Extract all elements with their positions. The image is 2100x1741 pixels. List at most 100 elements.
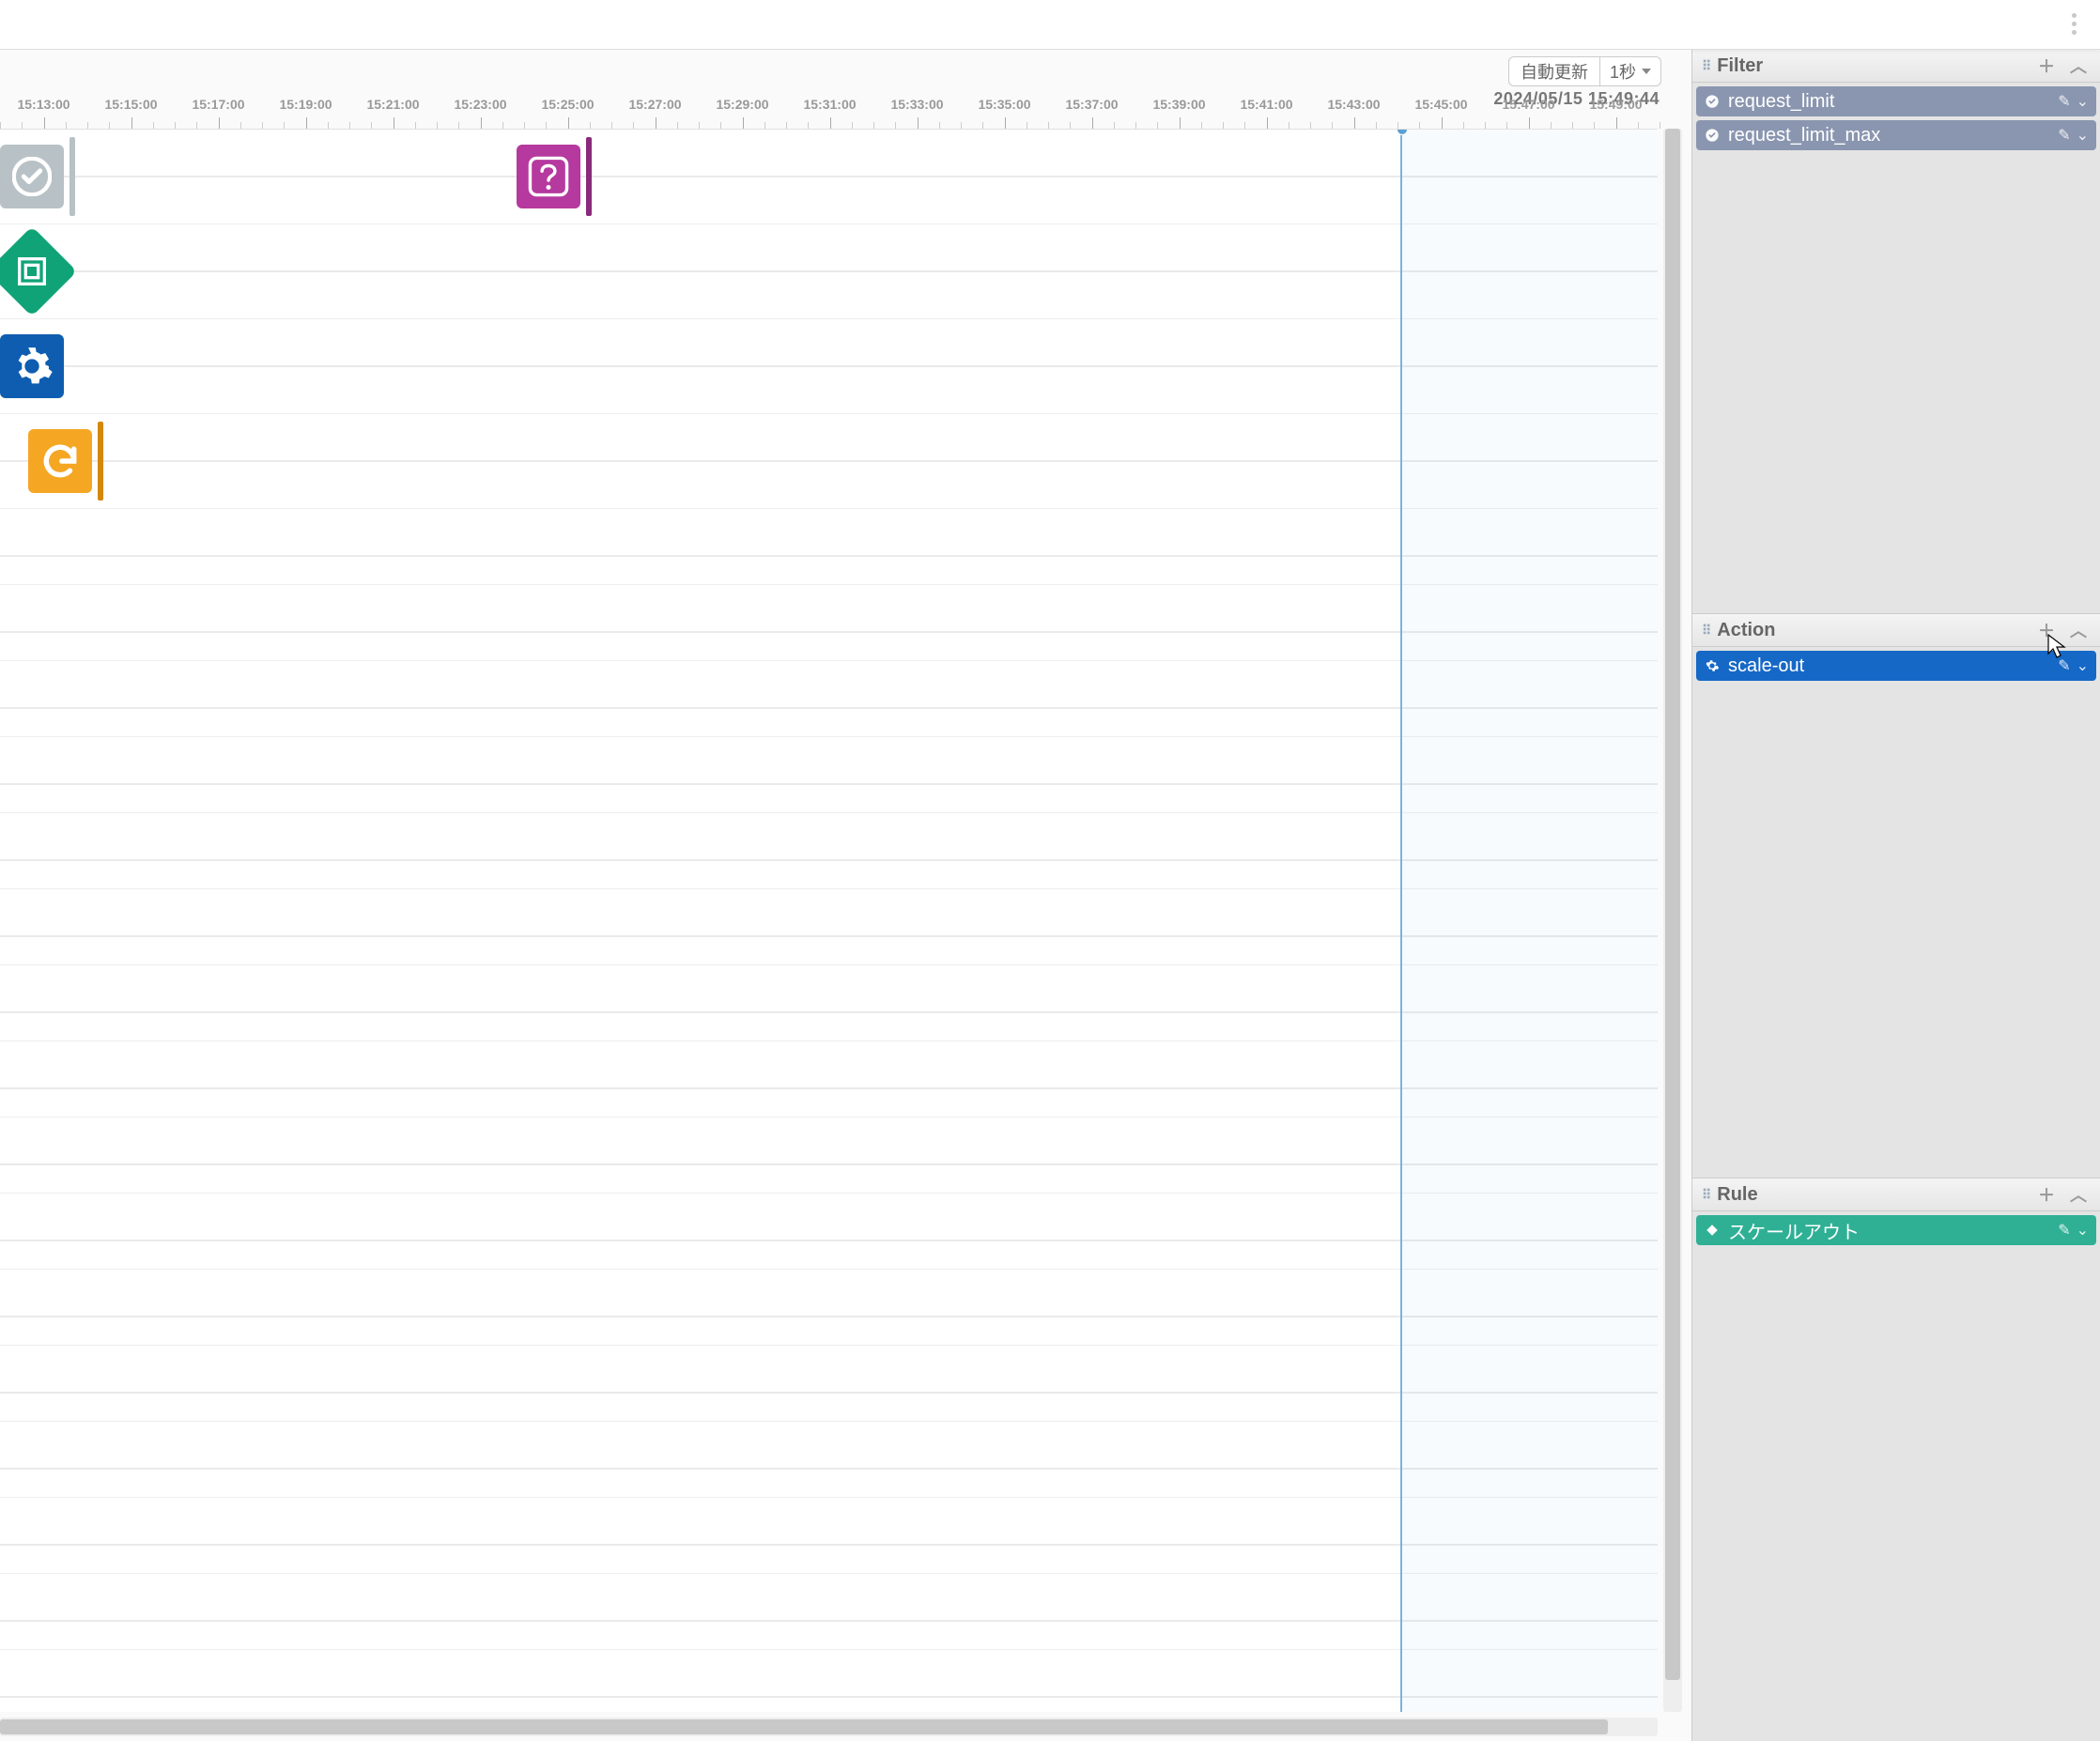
vertical-scrollbar-thumb[interactable]	[1665, 129, 1680, 1680]
lane-empty[interactable]	[0, 737, 1658, 813]
filter-panel-header[interactable]: ⠿ Filter ＋ ︿	[1692, 50, 2100, 83]
expand-icon[interactable]: ⌄	[2077, 656, 2089, 675]
task-question-handle[interactable]	[586, 137, 592, 216]
filter-add-button[interactable]: ＋	[2034, 54, 2059, 78]
auto-refresh-control: 自動更新 1秒	[1508, 56, 1661, 86]
expand-icon[interactable]: ⌄	[2077, 1221, 2089, 1240]
edit-icon[interactable]: ✎	[2058, 126, 2070, 145]
horizontal-scrollbar[interactable]	[0, 1718, 1658, 1736]
time-tick: 15:41:00	[1223, 100, 1310, 129]
filter-item[interactable]: request_limit_max ✎ ⌄	[1696, 120, 2096, 150]
filter-item-label: request_limit	[1728, 91, 1834, 113]
time-axis: 15:13:0015:15:0015:17:0015:19:0015:21:00…	[0, 100, 1660, 129]
action-add-button[interactable]: ＋	[2034, 618, 2059, 642]
lane-empty[interactable]	[0, 1270, 1658, 1346]
action-panel-header[interactable]: ⠿ Action ＋ ︿	[1692, 614, 2100, 647]
diamond-icon	[1704, 1222, 1721, 1239]
grip-icon: ⠿	[1702, 58, 1709, 74]
timeline-pane: 自動更新 1秒 2024/05/15 15:49:44 15:13:0015:1…	[0, 50, 1691, 1741]
task-gear-icon[interactable]	[0, 334, 64, 398]
check-circle-icon	[1704, 93, 1721, 110]
rule-panel-header[interactable]: ⠿ Rule ＋ ︿	[1692, 1179, 2100, 1211]
lane-empty[interactable]	[0, 1346, 1658, 1422]
time-tick: 15:33:00	[873, 100, 961, 129]
lanes-viewport[interactable]	[0, 129, 1658, 1712]
check-circle-icon	[1704, 127, 1721, 144]
lane-empty[interactable]	[0, 1650, 1658, 1712]
lane-empty[interactable]	[0, 1194, 1658, 1270]
auto-refresh-button[interactable]: 自動更新	[1509, 57, 1600, 85]
lane-empty[interactable]	[0, 965, 1658, 1041]
action-panel: ⠿ Action ＋ ︿ scale-out ✎ ⌄	[1692, 613, 2100, 1178]
task-diamond-icon[interactable]	[0, 226, 77, 316]
time-tick: 15:37:00	[1048, 100, 1135, 129]
action-item-label: scale-out	[1728, 655, 1804, 677]
filter-collapse-button[interactable]: ︿	[2066, 54, 2091, 78]
time-tick: 15:27:00	[611, 100, 699, 129]
lane-empty[interactable]	[0, 1498, 1658, 1574]
time-tick: 15:25:00	[524, 100, 611, 129]
rule-title: Rule	[1717, 1184, 1757, 1206]
time-tick: 15:19:00	[262, 100, 349, 129]
time-tick: 15:15:00	[87, 100, 175, 129]
rule-item[interactable]: スケールアウト ✎ ⌄	[1696, 1215, 2096, 1245]
rule-add-button[interactable]: ＋	[2034, 1182, 2059, 1207]
time-tick: 15:35:00	[961, 100, 1048, 129]
filter-title: Filter	[1717, 55, 1763, 77]
empty-lanes	[0, 509, 1658, 1712]
lane-1[interactable]	[0, 130, 1658, 224]
expand-icon[interactable]: ⌄	[2077, 92, 2089, 111]
time-tick: 15:47:00	[1485, 100, 1572, 129]
lane-empty[interactable]	[0, 585, 1658, 661]
rule-panel: ⠿ Rule ＋ ︿ スケールアウト ✎ ⌄	[1692, 1178, 2100, 1741]
edit-icon[interactable]: ✎	[2058, 92, 2070, 111]
lane-2[interactable]	[0, 224, 1658, 319]
rule-panel-body: スケールアウト ✎ ⌄	[1692, 1211, 2100, 1741]
action-collapse-button[interactable]: ︿	[2066, 618, 2091, 642]
action-title: Action	[1717, 620, 1775, 641]
lane-empty[interactable]	[0, 1117, 1658, 1194]
action-panel-body: scale-out ✎ ⌄	[1692, 647, 2100, 1178]
lane-empty[interactable]	[0, 813, 1658, 889]
task-question-icon[interactable]	[517, 145, 580, 208]
playhead[interactable]	[1400, 130, 1402, 1712]
expand-icon[interactable]: ⌄	[2077, 126, 2089, 145]
time-tick: 15:31:00	[786, 100, 873, 129]
lane-empty[interactable]	[0, 661, 1658, 737]
task-reload-icon[interactable]	[28, 429, 92, 493]
grip-icon: ⠿	[1702, 1187, 1709, 1203]
top-bar	[0, 0, 2100, 50]
edit-icon[interactable]: ✎	[2058, 1221, 2070, 1240]
refresh-interval-select[interactable]: 1秒	[1600, 57, 1660, 85]
task-check-handle[interactable]	[69, 137, 75, 216]
task-reload-handle[interactable]	[98, 422, 103, 501]
filter-item[interactable]: request_limit ✎ ⌄	[1696, 86, 2096, 116]
lane-4[interactable]	[0, 414, 1658, 509]
lane-empty[interactable]	[0, 1041, 1658, 1117]
lane-empty[interactable]	[0, 889, 1658, 965]
rule-item-label: スケールアウト	[1728, 1217, 1860, 1244]
gear-icon	[1704, 657, 1721, 674]
lane-3[interactable]	[0, 319, 1658, 414]
time-tick: 15:21:00	[349, 100, 437, 129]
time-tick: 15:29:00	[699, 100, 786, 129]
task-check-icon[interactable]	[0, 145, 64, 208]
action-item[interactable]: scale-out ✎ ⌄	[1696, 651, 2096, 681]
edit-icon[interactable]: ✎	[2058, 656, 2070, 675]
rule-collapse-button[interactable]: ︿	[2066, 1182, 2091, 1207]
side-panel: ⠿ Filter ＋ ︿ request_limit ✎ ⌄ request_li…	[1691, 50, 2100, 1741]
more-menu-button[interactable]	[2061, 9, 2087, 38]
time-tick: 15:45:00	[1397, 100, 1485, 129]
content: 自動更新 1秒 2024/05/15 15:49:44 15:13:0015:1…	[0, 50, 2100, 1741]
lane-empty[interactable]	[0, 509, 1658, 585]
vertical-scrollbar[interactable]	[1663, 129, 1682, 1712]
time-tick: 15:17:00	[175, 100, 262, 129]
timeline-header: 2024/05/15 15:49:44 15:13:0015:15:0015:1…	[0, 91, 1691, 129]
horizontal-scrollbar-thumb[interactable]	[0, 1719, 1608, 1734]
controls-bar: 自動更新 1秒	[0, 50, 1691, 91]
lane-empty[interactable]	[0, 1574, 1658, 1650]
grip-icon: ⠿	[1702, 623, 1709, 639]
filter-item-label: request_limit_max	[1728, 125, 1880, 146]
time-tick: 15:39:00	[1135, 100, 1223, 129]
lane-empty[interactable]	[0, 1422, 1658, 1498]
